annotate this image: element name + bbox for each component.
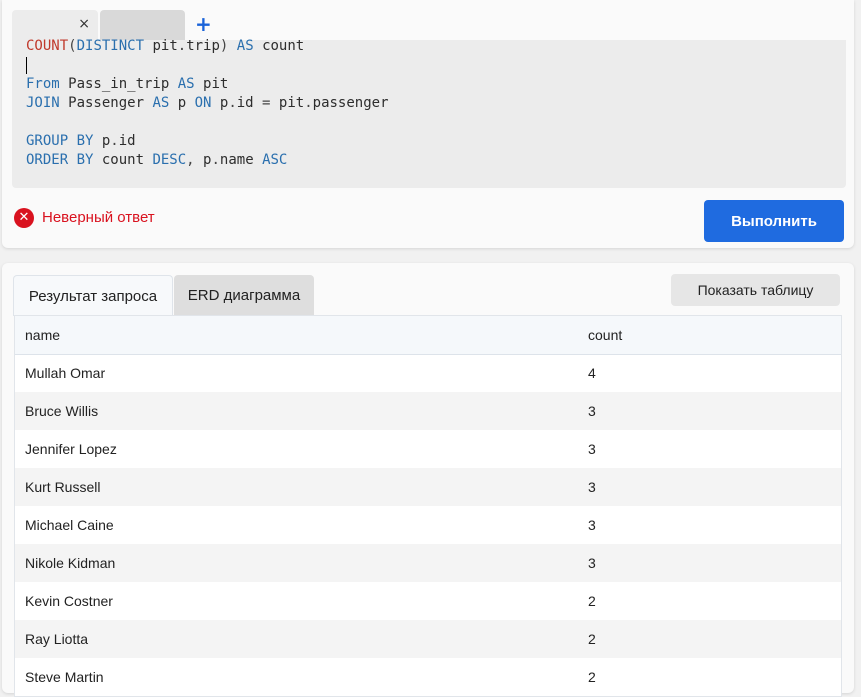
- result-status: ✕ Неверный ответ: [14, 207, 155, 233]
- table-row: Ray Liotta 2: [15, 620, 841, 658]
- sql-code-editor[interactable]: COUNT(DISTINCT pit.trip) AS count From P…: [12, 37, 846, 188]
- code-token: From: [26, 76, 60, 92]
- cell-name: Nikole Kidman: [25, 555, 116, 571]
- editor-tab-1[interactable]: ×: [12, 10, 98, 40]
- code-token: ORDER BY: [26, 152, 94, 168]
- code-line-6: GROUP BY p.id: [26, 132, 389, 151]
- table-row: Kurt Russell 3: [15, 468, 841, 506]
- cell-name: Mullah Omar: [25, 365, 106, 382]
- code-token: GROUP BY: [26, 133, 94, 149]
- code-token: ON: [194, 95, 212, 111]
- code-token: p: [93, 133, 111, 149]
- code-token: DISTINCT: [76, 38, 145, 54]
- code-token: (: [68, 38, 77, 54]
- cell-name: Bruce Willis: [25, 403, 99, 419]
- table-row: Bruce Willis 3: [15, 392, 841, 430]
- column-header-count: count: [588, 326, 623, 343]
- table-row: Mullah Omar 4: [15, 354, 841, 392]
- editor-tab-2[interactable]: [100, 10, 185, 40]
- cell-count: 3: [588, 403, 596, 419]
- code-token: p: [211, 95, 229, 111]
- tab-erd-diagram[interactable]: ERD диаграмма: [174, 275, 314, 315]
- plus-icon[interactable]: +: [195, 12, 212, 36]
- cell-name: Ray Liotta: [25, 631, 89, 647]
- cell-name: Kevin Costner: [25, 593, 113, 609]
- code-token: DESC: [152, 152, 187, 168]
- cell-count: 3: [588, 555, 596, 571]
- code-token: id: [236, 95, 263, 111]
- code-token: .: [211, 152, 220, 168]
- code-line-7: ORDER BY count DESC, p.name ASC: [26, 151, 389, 170]
- editor-tab-bar: × +: [12, 10, 312, 40]
- table-row: Michael Caine 3: [15, 506, 841, 544]
- code-token: passenger: [312, 95, 389, 111]
- code-token: Pass_in_trip: [59, 76, 178, 92]
- column-header-name: name: [25, 326, 61, 343]
- code-token: p: [194, 152, 212, 168]
- code-token: ASC: [262, 152, 288, 168]
- cell-count: 3: [588, 479, 596, 495]
- code-token: id: [118, 133, 136, 149]
- cell-name: Steve Martin: [25, 669, 104, 685]
- code-token: pit: [144, 38, 178, 54]
- table-row: Jennifer Lopez 3: [15, 430, 841, 468]
- cell-count: 2: [588, 631, 596, 647]
- run-button[interactable]: Выполнить: [704, 200, 844, 242]
- code-token: Passenger: [59, 95, 153, 111]
- cell-name: Michael Caine: [25, 517, 114, 533]
- cell-name: Kurt Russell: [25, 479, 101, 495]
- code-token: AS: [152, 95, 170, 111]
- code-token: pit: [270, 95, 305, 111]
- code-line-3: From Pass_in_trip AS pit: [26, 75, 389, 94]
- code-token: JOIN: [26, 95, 60, 111]
- code-line-4: JOIN Passenger AS p ON p.id = pit.passen…: [26, 94, 389, 113]
- code-token: count: [253, 38, 305, 54]
- cell-count: 4: [588, 365, 596, 382]
- code-token: AS: [177, 76, 195, 92]
- code-line-1: COUNT(DISTINCT pit.trip) AS count: [26, 37, 389, 56]
- cell-count: 2: [588, 669, 596, 685]
- table-row: Steve Martin 2: [15, 658, 841, 696]
- results-card: Результат запроса ERD диаграмма Показать…: [2, 263, 854, 697]
- code-lines: COUNT(DISTINCT pit.trip) AS count From P…: [26, 37, 389, 170]
- cell-count: 3: [588, 441, 596, 457]
- table-row: Kevin Costner 2: [15, 582, 841, 620]
- code-line-2: [26, 56, 389, 75]
- table-header-row: name count: [15, 316, 841, 354]
- code-token: name: [219, 152, 263, 168]
- code-token: .: [228, 95, 237, 111]
- code-token: .: [177, 38, 187, 54]
- code-token: .: [110, 133, 119, 149]
- results-table-container[interactable]: name count Mullah Omar 4 Bruce Willis 3 Je…: [14, 315, 842, 697]
- results-table: name count Mullah Omar 4 Bruce Willis 3 Je…: [15, 316, 841, 696]
- status-message: Неверный ответ: [42, 209, 155, 226]
- code-token: .: [304, 95, 313, 111]
- code-token: ,: [186, 152, 195, 168]
- cell-name: Jennifer Lopez: [25, 441, 117, 457]
- query-editor-card: × + COUNT(DISTINCT pit.trip) AS count Fr…: [2, 0, 854, 248]
- cell-count: 3: [588, 517, 596, 533]
- text-caret: [26, 57, 27, 74]
- tab-query-result[interactable]: Результат запроса: [13, 275, 173, 316]
- code-token: AS: [236, 38, 254, 54]
- close-icon[interactable]: ×: [78, 14, 90, 34]
- code-token: count: [93, 152, 153, 168]
- show-table-button[interactable]: Показать таблицу: [671, 274, 840, 306]
- cell-count: 2: [588, 593, 596, 609]
- error-icon: ✕: [14, 207, 34, 228]
- code-token: COUNT: [26, 38, 69, 54]
- code-token: p: [169, 95, 195, 111]
- code-token: trip: [186, 38, 220, 54]
- table-row: Nikole Kidman 3: [15, 544, 841, 582]
- code-token: pit: [194, 76, 229, 92]
